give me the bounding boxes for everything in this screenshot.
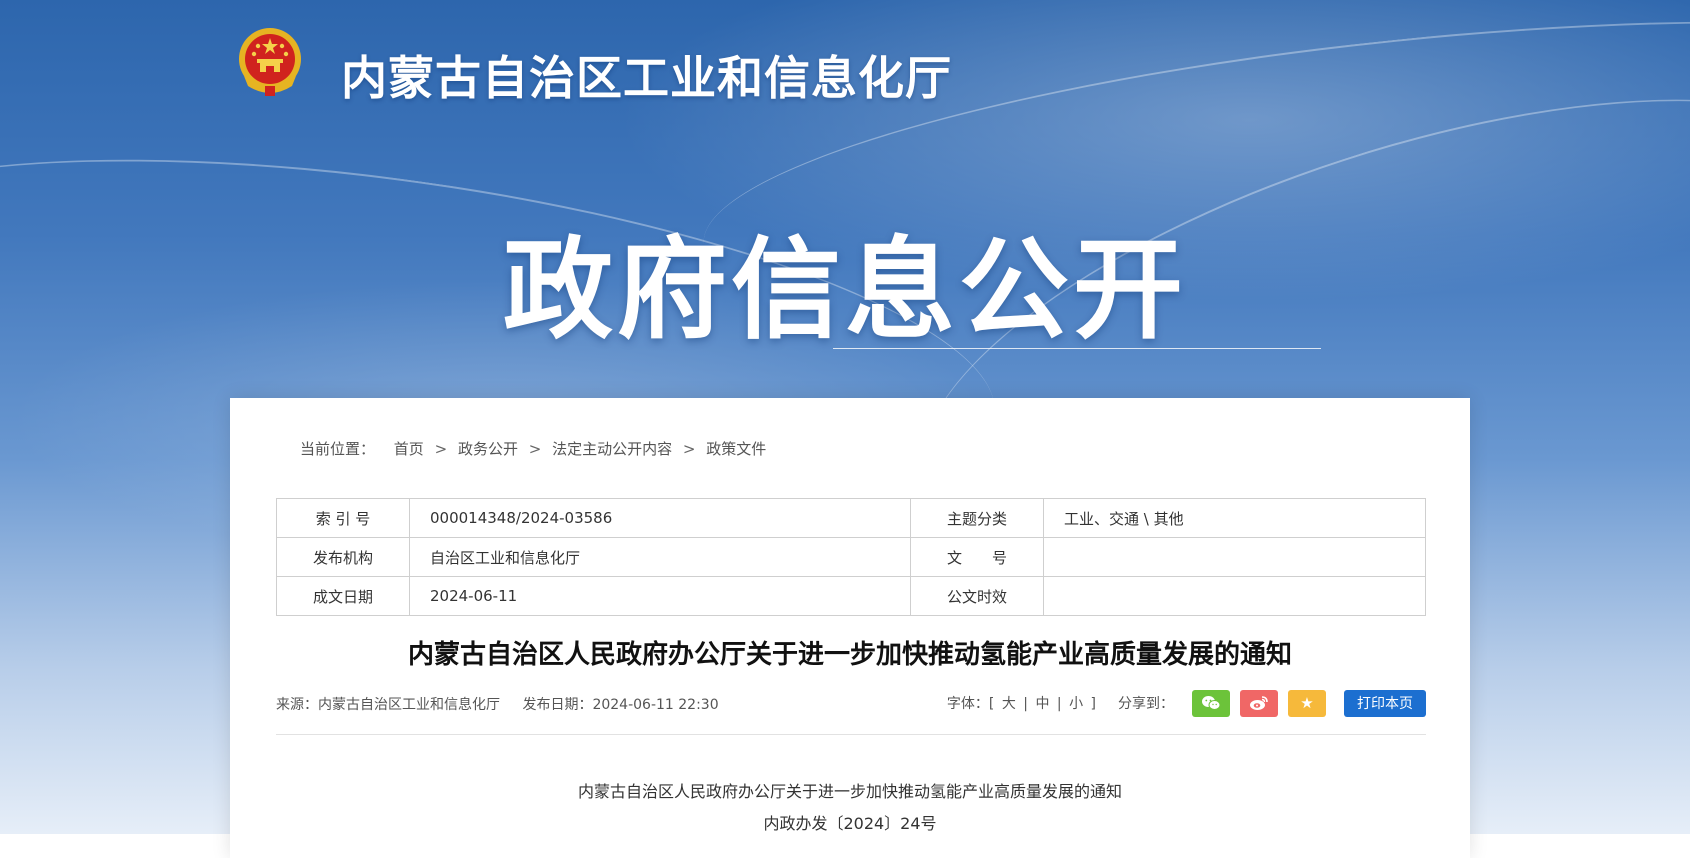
meta-label-docno: 文 号: [910, 537, 1044, 577]
favorite-button[interactable]: ★: [1288, 689, 1326, 717]
article-info-bar: 来源：内蒙古自治区工业和信息化厅 发布日期：2024-06-11 22:30 字…: [276, 688, 1426, 718]
document-meta-table: 索 引 号 000014348/2024-03586 主题分类 工业、交通 \ …: [276, 498, 1426, 616]
meta-label-org: 发布机构: [276, 537, 410, 577]
wechat-icon: [1202, 696, 1221, 710]
meta-value-docno: [1043, 537, 1426, 577]
body-heading: 内蒙古自治区人民政府办公厅关于进一步加快推动氢能产业高质量发展的通知: [577, 782, 1122, 801]
font-size-label: 字体：[: [946, 696, 995, 712]
breadcrumb-separator: >: [682, 440, 696, 458]
print-page-button[interactable]: 打印本页: [1344, 689, 1426, 717]
breadcrumb-item-home[interactable]: 首页: [394, 438, 424, 459]
article-title: 内蒙古自治区人民政府办公厅关于进一步加快推动氢能产业高质量发展的通知: [407, 640, 1292, 670]
breadcrumb-separator: >: [434, 440, 448, 458]
font-size-small[interactable]: 小: [1069, 696, 1083, 712]
article-tools: 字体：[ 大 | 中 | 小 ] 分享到： ★ 打印本页: [947, 688, 1426, 718]
breadcrumb-item-policy-docs[interactable]: 政策文件: [706, 438, 766, 459]
breadcrumb-item-statutory-content[interactable]: 法定主动公开内容: [552, 438, 672, 459]
font-size-separator: |: [1023, 696, 1028, 712]
content-divider: [276, 734, 1426, 735]
breadcrumb-separator: >: [528, 440, 542, 458]
national-emblem-icon: [239, 28, 301, 96]
banner-title: 政府信息公开: [503, 226, 1187, 354]
share-weibo-button[interactable]: [1240, 689, 1278, 717]
banner-title-underline: [833, 348, 1321, 349]
meta-label-validity: 公文时效: [910, 576, 1044, 616]
breadcrumb-item-gov-affairs[interactable]: 政务公开: [458, 438, 518, 459]
font-size-large[interactable]: 大: [1002, 696, 1016, 712]
content-card: 当前位置： 首页 > 政务公开 > 法定主动公开内容 > 政策文件 索 引 号 …: [230, 398, 1470, 858]
meta-value-index: 000014348/2024-03586: [409, 498, 911, 538]
meta-value-topic: 工业、交通 \ 其他: [1043, 498, 1426, 538]
meta-value-date: 2024-06-11: [409, 576, 911, 616]
table-row: 发布机构 自治区工业和信息化厅 文 号: [276, 537, 1426, 577]
body-document-number: 内政办发〔2024〕24号: [763, 814, 937, 833]
article-meta: 来源：内蒙古自治区工业和信息化厅 发布日期：2024-06-11 22:30: [276, 694, 737, 714]
breadcrumb-lead: 当前位置：: [300, 440, 376, 458]
breadcrumb: 当前位置： 首页 > 政务公开 > 法定主动公开内容 > 政策文件: [300, 438, 766, 459]
share-label: 分享到：: [1118, 696, 1174, 712]
share-wechat-button[interactable]: [1192, 689, 1230, 717]
weibo-icon: [1250, 696, 1268, 710]
star-icon: ★: [1300, 694, 1314, 712]
meta-label-date: 成文日期: [276, 576, 410, 616]
font-size-switcher: 字体：[ 大 | 中 | 小 ]: [947, 693, 1096, 713]
table-row: 成文日期 2024-06-11 公文时效: [276, 576, 1426, 616]
font-size-close: ]: [1090, 696, 1096, 712]
article-source: 来源：内蒙古自治区工业和信息化厅: [276, 697, 500, 713]
meta-label-topic: 主题分类: [910, 498, 1044, 538]
meta-value-validity: [1043, 576, 1426, 616]
font-size-separator: |: [1056, 696, 1062, 712]
site-title: 内蒙古自治区工业和信息化厅: [341, 51, 952, 105]
meta-value-org: 自治区工业和信息化厅: [409, 537, 911, 577]
table-row: 索 引 号 000014348/2024-03586 主题分类 工业、交通 \ …: [276, 498, 1426, 538]
meta-label-index: 索 引 号: [276, 498, 410, 538]
article-publish-date: 发布日期：2024-06-11 22:30: [522, 697, 719, 713]
font-size-medium[interactable]: 中: [1035, 696, 1049, 712]
